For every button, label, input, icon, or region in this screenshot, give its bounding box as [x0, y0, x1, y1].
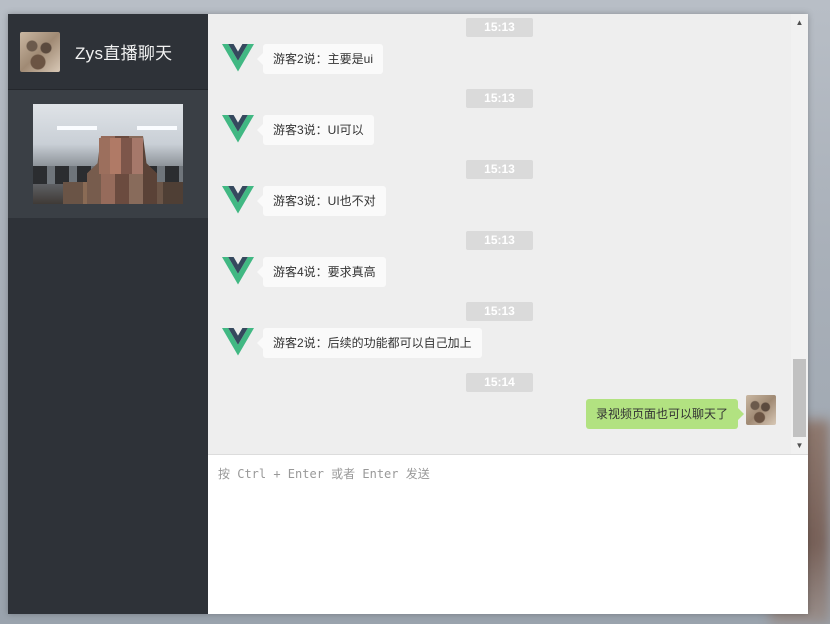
message-row: 15:13 游客3说：UI也不对 — [208, 156, 790, 227]
scroll-up-arrow-icon[interactable]: ▲ — [791, 14, 808, 31]
message-area[interactable]: 15:13 游客2说：主要是ui 15:13 游客3说：UI可以 15:13 游客3… — [208, 14, 808, 455]
sidebar-header: Zys直播聊天 — [8, 14, 208, 90]
message-row-self: 15:14 录视频页面也可以聊天了 — [208, 369, 790, 440]
pixelated-face — [99, 138, 143, 174]
message-timestamp: 15:13 — [466, 89, 533, 108]
message-bubble: 游客2说：主要是ui — [256, 44, 384, 74]
scroll-thumb[interactable] — [793, 359, 806, 437]
chat-panel: 15:13 游客2说：主要是ui 15:13 游客3说：UI可以 15:13 游客3… — [208, 14, 808, 614]
message-row: 15:13 游客2说：主要是ui — [208, 14, 790, 85]
message-timestamp: 15:13 — [466, 231, 533, 250]
message-bubble: 游客2说：后续的功能都可以自己加上 — [257, 328, 482, 358]
message-bubble-self: 录视频页面也可以聊天了 — [585, 399, 745, 429]
vue-logo-icon — [222, 115, 254, 143]
message-bubble: 游客4说：要求真高 — [257, 257, 386, 287]
message-timestamp: 15:13 — [466, 18, 533, 37]
app-title: Zys直播聊天 — [75, 44, 173, 63]
live-video-thumbnail[interactable] — [33, 104, 183, 204]
message-scrollbar[interactable]: ▲ ▼ — [791, 14, 808, 454]
user-avatar[interactable] — [20, 31, 60, 72]
message-bubble: 游客3说：UI可以 — [257, 115, 374, 145]
message-timestamp: 15:13 — [466, 302, 533, 321]
message-row: 15:13 游客4说：要求真高 — [208, 227, 790, 298]
ceiling-light — [137, 126, 177, 130]
chat-app-window: Zys直播聊天 15:13 游客2说：主要是ui 15:13 游客3说：UI可以 1… — [8, 14, 808, 614]
vue-logo-icon — [222, 328, 254, 356]
message-timestamp: 15:14 — [466, 373, 533, 392]
scroll-down-arrow-icon[interactable]: ▼ — [791, 437, 808, 454]
message-timestamp: 15:13 — [466, 160, 533, 179]
ceiling-light — [57, 126, 97, 130]
sidebar: Zys直播聊天 — [8, 14, 208, 614]
message-input[interactable] — [208, 455, 808, 614]
user-avatar[interactable] — [746, 395, 776, 425]
message-list: 15:13 游客2说：主要是ui 15:13 游客3说：UI可以 15:13 游客3… — [208, 14, 790, 440]
message-row: 15:13 游客2说：后续的功能都可以自己加上 — [208, 298, 790, 369]
vue-logo-icon — [222, 186, 254, 214]
vue-logo-icon — [222, 44, 254, 72]
message-row: 15:13 游客3说：UI可以 — [208, 85, 790, 156]
vue-logo-icon — [222, 257, 254, 285]
sidebar-item-live-video[interactable] — [8, 90, 208, 218]
message-bubble: 游客3说：UI也不对 — [257, 186, 386, 216]
message-composer — [208, 455, 808, 614]
